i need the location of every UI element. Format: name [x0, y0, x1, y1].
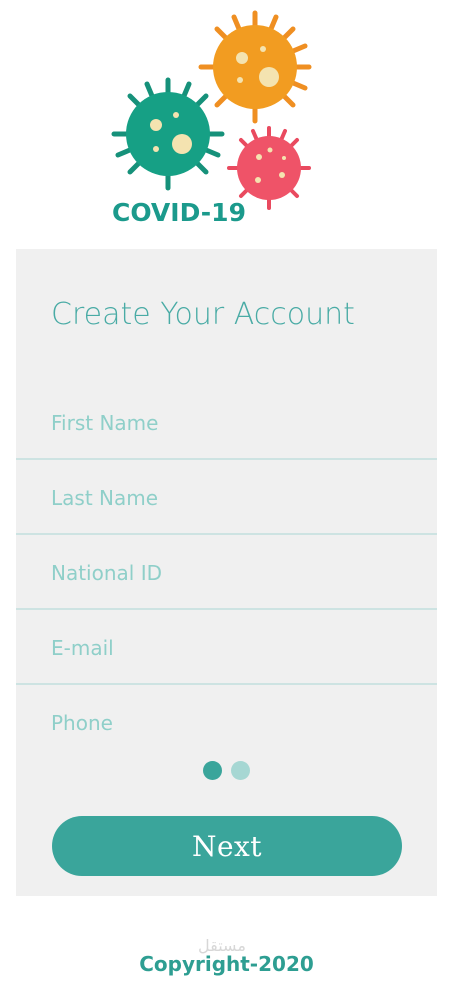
signup-form: Create Your Account Next: [16, 249, 437, 896]
signup-screen: COVID-19 Create Your Account Next م: [0, 0, 453, 985]
last-name-field-wrap: [16, 461, 437, 535]
copyright-text: Copyright-2020: [139, 952, 314, 976]
field-divider: [16, 683, 437, 685]
email-input[interactable]: [16, 611, 437, 685]
brand-name: COVID-19: [112, 198, 246, 227]
phone-input[interactable]: [16, 686, 437, 760]
step-dot-2: [231, 761, 250, 780]
first-name-input[interactable]: [16, 386, 437, 460]
field-divider: [16, 608, 437, 610]
form-title: Create Your Account: [51, 297, 355, 332]
step-dot-1: [203, 761, 222, 780]
orange-virus-icon: [198, 10, 312, 124]
national-id-input[interactable]: [16, 536, 437, 610]
phone-field-wrap: [16, 686, 437, 760]
email-field-wrap: [16, 611, 437, 685]
first-name-field-wrap: [16, 386, 437, 460]
national-id-field-wrap: [16, 536, 437, 610]
red-virus-icon: [227, 126, 311, 210]
footer: Copyright-2020: [0, 952, 453, 976]
field-divider: [16, 533, 437, 535]
green-virus-icon: [111, 77, 225, 191]
step-indicator: [203, 761, 253, 781]
last-name-input[interactable]: [16, 461, 437, 535]
next-button[interactable]: Next: [52, 816, 402, 876]
app-logo: COVID-19: [0, 0, 453, 240]
field-divider: [16, 458, 437, 460]
